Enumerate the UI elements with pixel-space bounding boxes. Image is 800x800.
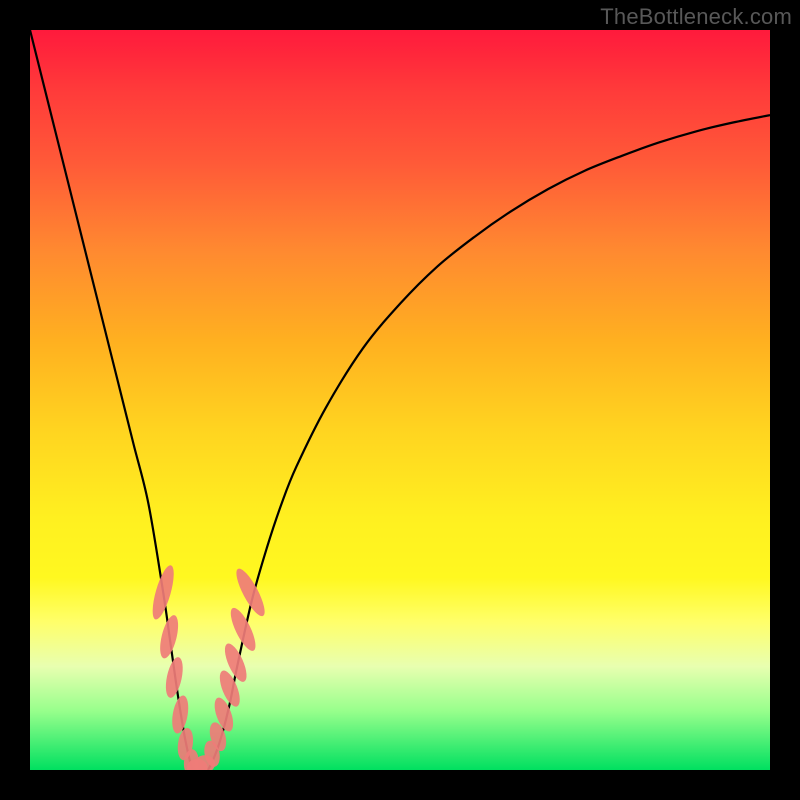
curve-marker bbox=[211, 695, 237, 733]
chart-svg bbox=[30, 30, 770, 770]
curve-marker bbox=[157, 613, 182, 660]
curve-marker bbox=[163, 656, 186, 700]
curve-marker bbox=[170, 694, 191, 734]
curve-marker bbox=[226, 605, 260, 654]
curve-marker bbox=[194, 754, 216, 770]
plot-area bbox=[30, 30, 770, 770]
curve-markers bbox=[148, 563, 269, 770]
curve-marker bbox=[148, 563, 178, 621]
bottleneck-curve bbox=[30, 30, 770, 770]
curve-marker bbox=[176, 727, 195, 761]
curve-marker bbox=[183, 749, 200, 770]
curve-marker bbox=[221, 641, 251, 685]
curve-marker bbox=[216, 668, 244, 709]
curve-marker bbox=[231, 565, 269, 619]
curve-marker bbox=[187, 759, 208, 770]
chart-frame: TheBottleneck.com bbox=[0, 0, 800, 800]
curve-marker bbox=[207, 720, 229, 753]
watermark-text: TheBottleneck.com bbox=[600, 4, 792, 30]
curve-marker bbox=[202, 739, 222, 768]
